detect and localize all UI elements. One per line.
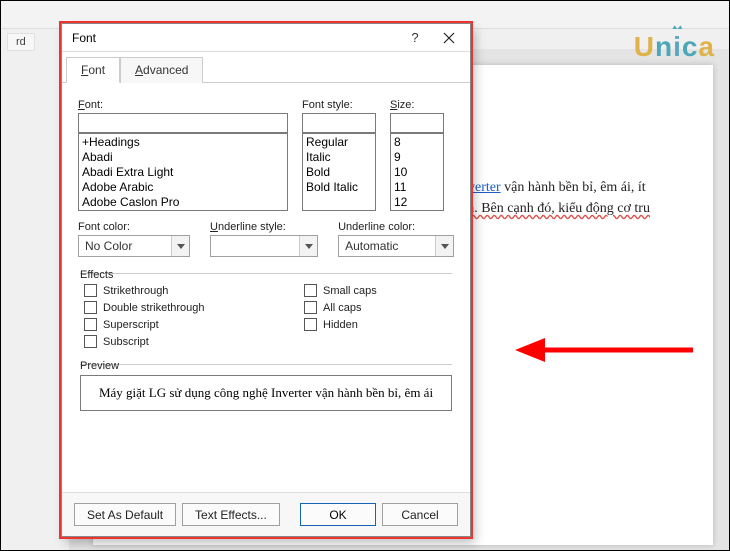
double-strikethrough-checkbox[interactable]: Double strikethrough xyxy=(84,301,294,314)
font-style-label: Font style: xyxy=(302,99,376,111)
effects-group: Effects Strikethrough Small caps Double … xyxy=(80,269,452,348)
font-color-combo[interactable]: No Color xyxy=(78,235,190,257)
underline-style-label: Underline style: xyxy=(210,221,318,233)
list-item[interactable]: Abadi Extra Light xyxy=(82,165,284,180)
set-default-button[interactable]: Set As Default xyxy=(74,503,176,526)
tab-strip: Font Advanced xyxy=(62,56,470,83)
list-item[interactable]: 10 xyxy=(394,165,440,180)
text-effects-button[interactable]: Text Effects... xyxy=(182,503,280,526)
document-line2: an. Bên cạnh đó, kiểu động cơ tru xyxy=(461,201,650,216)
font-color-label: Font color: xyxy=(78,221,190,233)
list-item[interactable]: 9 xyxy=(394,150,440,165)
preview-group: Preview Máy giặt LG sử dụng công nghệ In… xyxy=(80,360,452,411)
font-dialog: Font ? Font Advanced Font: +Headings Aba… xyxy=(61,23,471,537)
font-list[interactable]: +Headings Abadi Abadi Extra Light Adobe … xyxy=(78,133,288,211)
preview-box: Máy giặt LG sử dụng công nghệ Inverter v… xyxy=(80,375,452,411)
chevron-down-icon xyxy=(177,244,185,249)
list-item[interactable]: Bold xyxy=(306,165,372,180)
list-item[interactable]: +Headings xyxy=(82,135,284,150)
list-item[interactable]: Adobe Arabic xyxy=(82,180,284,195)
underline-color-combo[interactable]: Automatic xyxy=(338,235,454,257)
list-item[interactable]: 11 xyxy=(394,180,440,195)
effects-legend: Effects xyxy=(80,269,113,281)
list-item[interactable]: 8 xyxy=(394,135,440,150)
allcaps-checkbox[interactable]: All caps xyxy=(304,301,452,314)
strikethrough-checkbox[interactable]: Strikethrough xyxy=(84,284,294,297)
list-item[interactable]: Bold Italic xyxy=(306,180,372,195)
dialog-buttons: Set As Default Text Effects... OK Cancel xyxy=(62,492,470,536)
preview-legend: Preview xyxy=(80,360,119,372)
tab-font[interactable]: Font xyxy=(66,57,120,83)
chevron-down-icon xyxy=(441,244,449,249)
font-label: Font: xyxy=(78,99,288,111)
list-item[interactable]: Adobe Caslon Pro xyxy=(82,195,284,210)
superscript-checkbox[interactable]: Superscript xyxy=(84,318,294,331)
size-input[interactable] xyxy=(390,113,444,133)
list-item[interactable]: Regular xyxy=(306,135,372,150)
font-style-input[interactable] xyxy=(302,113,376,133)
ribbon-group-label: rd xyxy=(7,33,35,51)
document-text: nverter vận hành bền bỉ, êm ái, ít an. B… xyxy=(461,177,721,219)
close-icon xyxy=(443,32,455,44)
font-input[interactable] xyxy=(78,113,288,133)
titlebar: Font ? xyxy=(62,24,470,52)
list-item[interactable]: 12 xyxy=(394,195,440,210)
ok-button[interactable]: OK xyxy=(300,503,376,526)
underline-style-combo[interactable] xyxy=(210,235,318,257)
cancel-button[interactable]: Cancel xyxy=(382,503,458,526)
list-item[interactable]: Abadi xyxy=(82,150,284,165)
close-button[interactable] xyxy=(432,26,466,50)
help-button[interactable]: ? xyxy=(398,26,432,50)
hidden-checkbox[interactable]: Hidden xyxy=(304,318,452,331)
list-item[interactable]: Italic xyxy=(306,150,372,165)
font-style-list[interactable]: Regular Italic Bold Bold Italic xyxy=(302,133,376,211)
underline-color-label: Underline color: xyxy=(338,221,454,233)
smallcaps-checkbox[interactable]: Small caps xyxy=(304,284,452,297)
size-list[interactable]: 8 9 10 11 12 xyxy=(390,133,444,211)
subscript-checkbox[interactable]: Subscript xyxy=(84,335,294,348)
logo: Unica xyxy=(634,31,715,63)
dialog-title: Font xyxy=(72,31,398,45)
chevron-down-icon xyxy=(305,244,313,249)
tab-advanced[interactable]: Advanced xyxy=(120,57,203,83)
size-label: Size: xyxy=(390,99,444,111)
